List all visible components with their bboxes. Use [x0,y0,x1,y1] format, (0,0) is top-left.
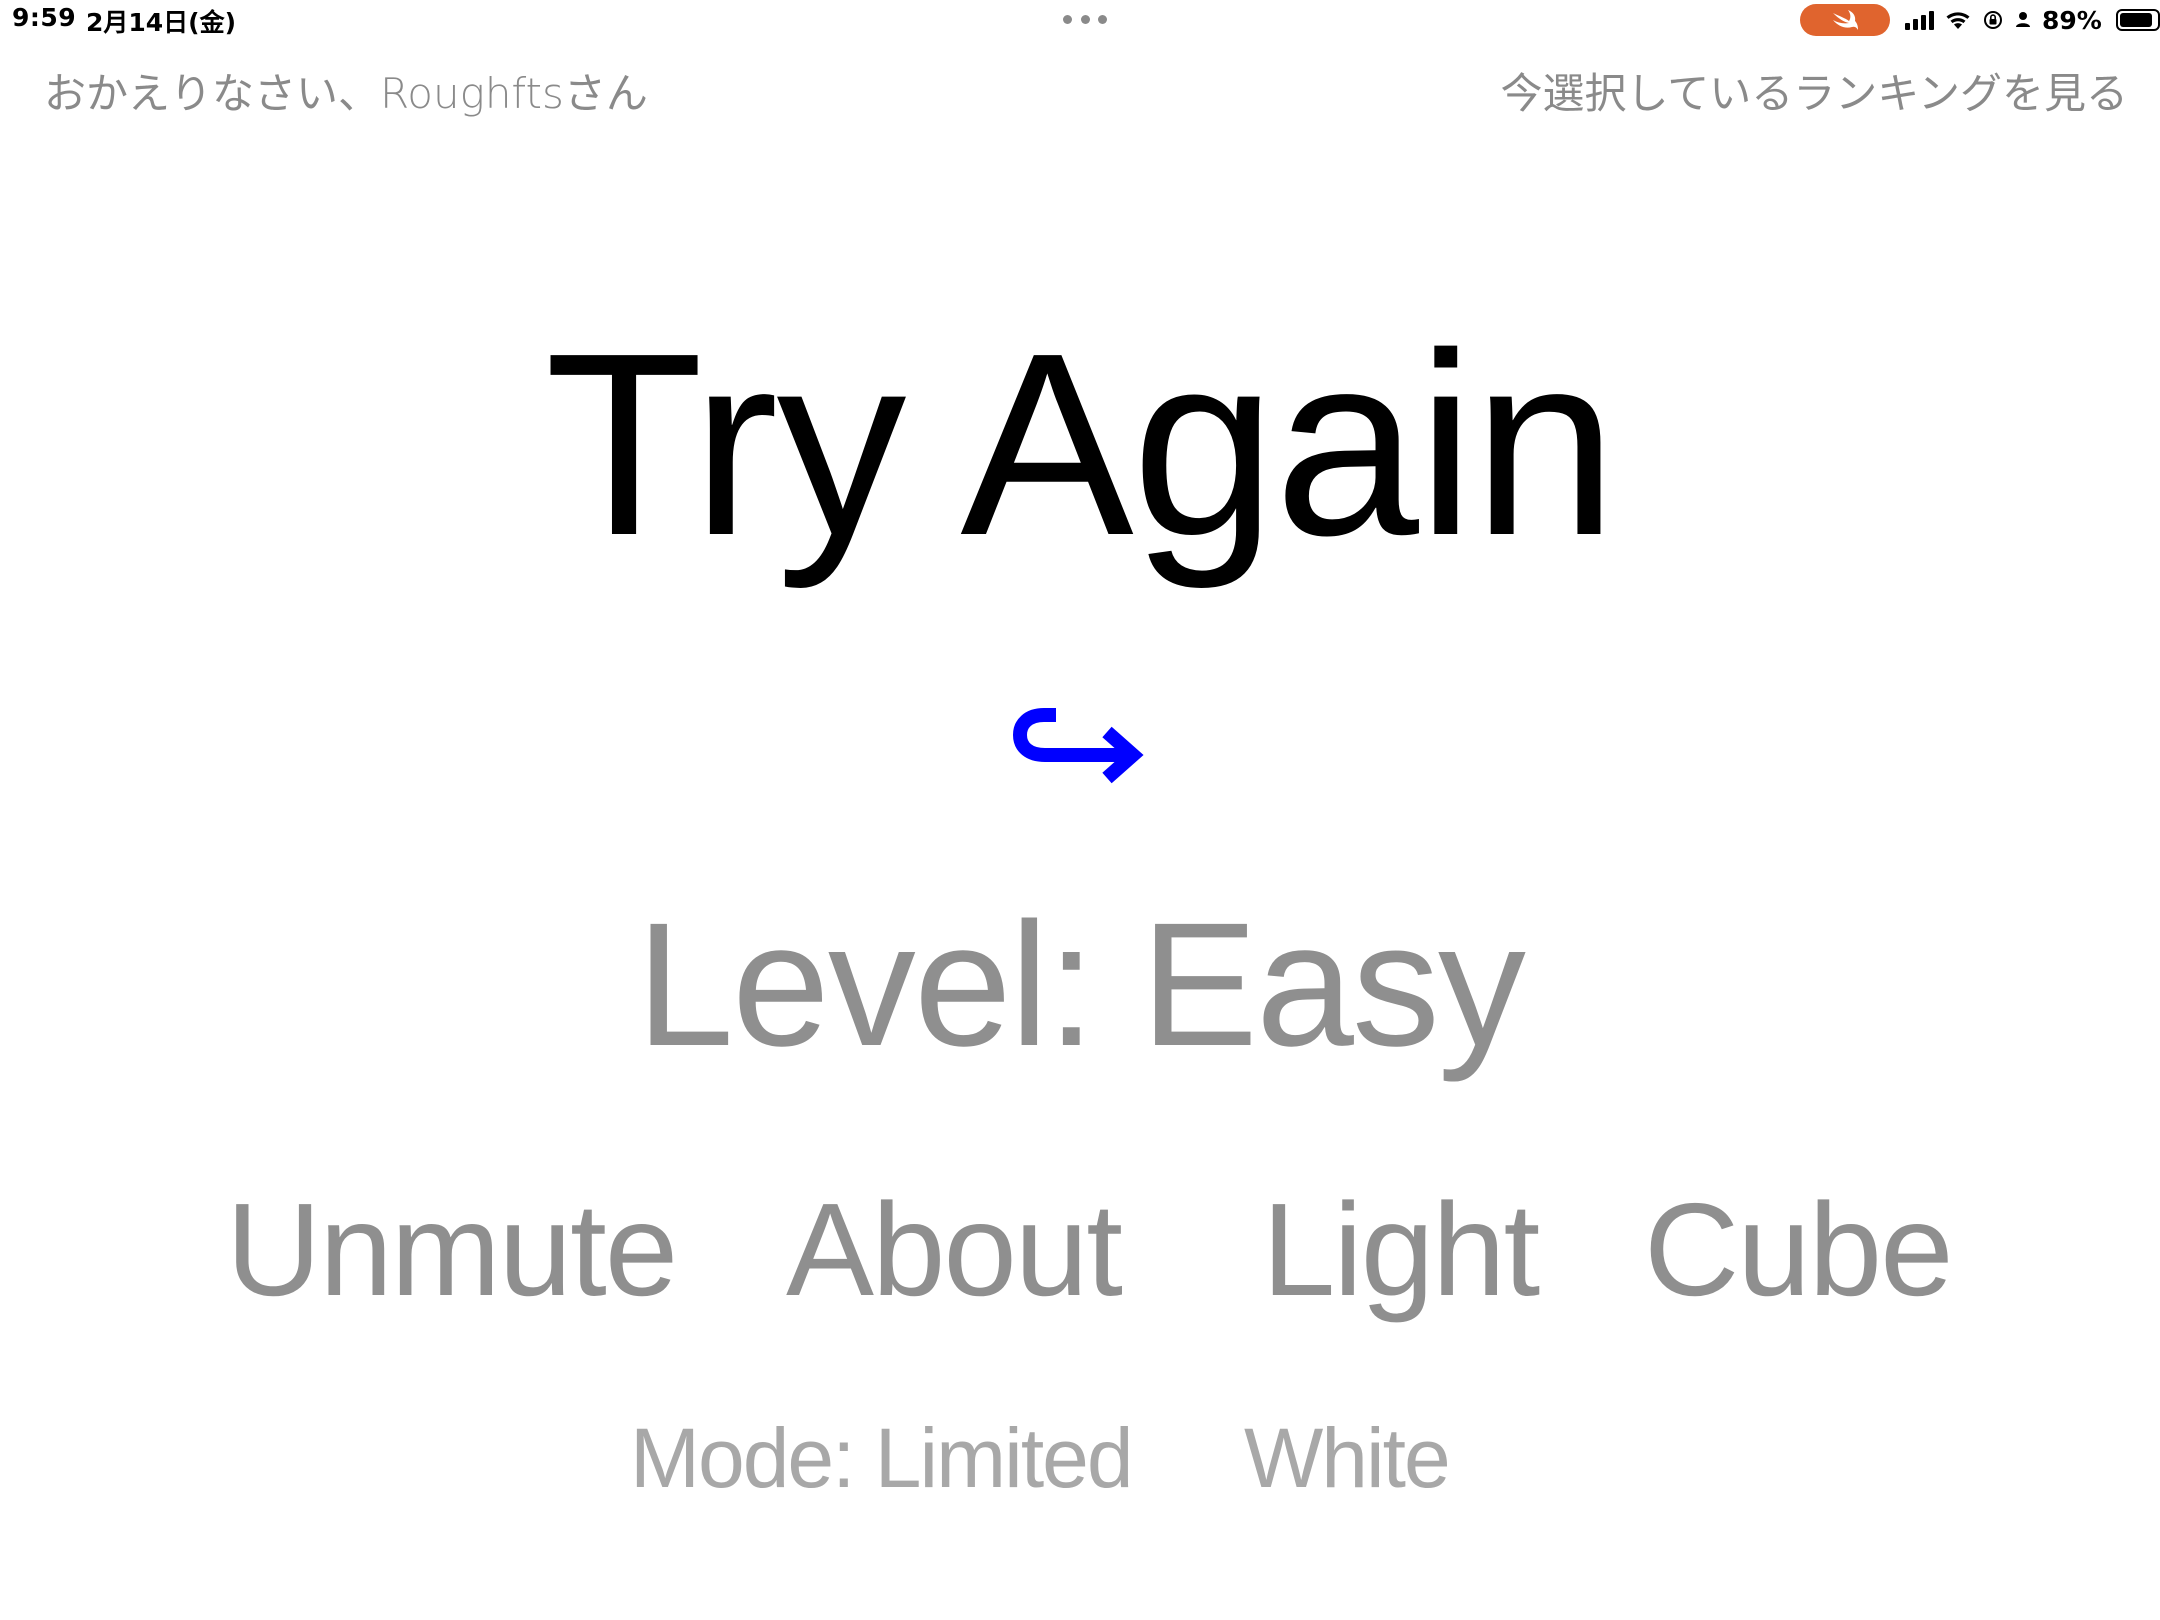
person-icon [2016,12,2030,27]
welcome-message: おかえりなさい、Roughftsさん [44,69,648,118]
color-selector[interactable]: White [1244,1408,1451,1508]
light-theme-button[interactable]: Light [1262,1170,1540,1330]
return-arrow-icon[interactable] [1012,698,1160,808]
swift-icon [1833,10,1858,30]
battery-icon [2115,9,2160,31]
unmute-button[interactable]: Unmute [226,1170,678,1330]
status-date: 2月14日(金) [86,8,237,37]
cube-button[interactable]: Cube [1644,1170,1954,1330]
orientation-lock-icon [1984,11,2002,29]
swift-playgrounds-indicator[interactable] [1800,4,1890,36]
about-button[interactable]: About [786,1170,1123,1330]
try-again-title: Try Again [544,300,1618,590]
battery-percent: 89% [2042,5,2102,35]
view-ranking-link[interactable]: 今選択しているランキングを見る [1501,60,2128,121]
status-time: 9:59 [12,3,77,32]
status-indicators: 89% [1905,4,2160,36]
mode-selector[interactable]: Mode: Limited [630,1408,1134,1508]
multitasking-dots-icon[interactable] [1063,15,1107,25]
game-over-screen: 9:59 2月14日(金) 89% おかえりなさい、Roughftsさん 今選択… [0,0,2160,1620]
cellular-signal-icon [1905,10,1934,30]
status-bar: 9:59 2月14日(金) 89% [0,0,2160,40]
level-selector[interactable]: Level: Easy [0,885,2160,1085]
wifi-icon [1946,12,1970,29]
